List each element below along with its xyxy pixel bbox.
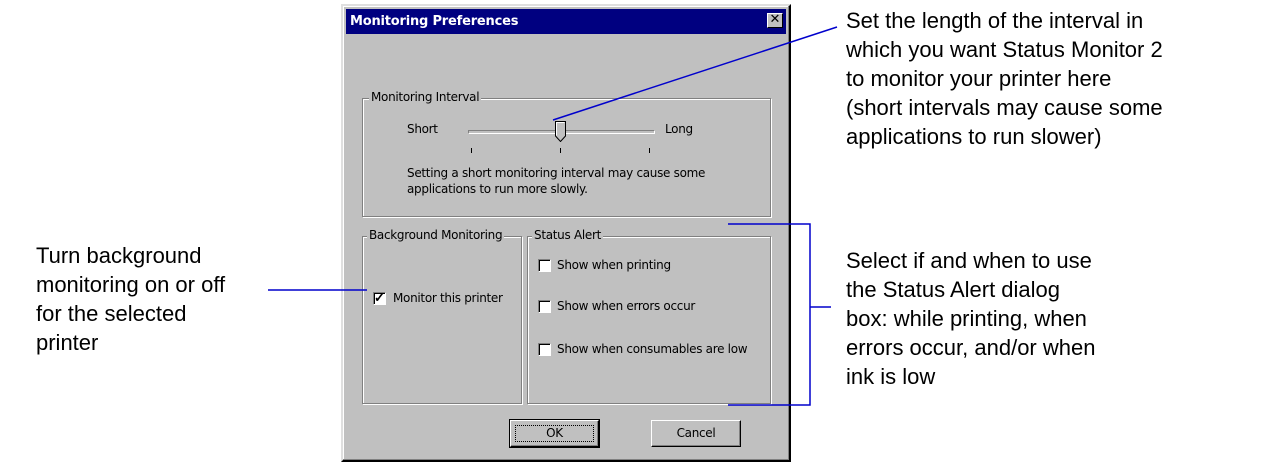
status-alert-callout: Select if and when to use the Status Ale… — [846, 246, 1095, 391]
interval-callout: Set the length of the interval in which … — [846, 6, 1163, 151]
status-alert-callout-line-1: Select if and when to use — [846, 248, 1092, 273]
status-alert-bracket — [728, 223, 811, 406]
status-alert-callout-line-2: the Status Alert dialog — [846, 277, 1061, 302]
background-callout-line-2: monitoring on or off — [36, 272, 226, 297]
interval-callout-line-5: applications to run slower) — [846, 124, 1102, 149]
background-callout-line-1: Turn background — [36, 243, 202, 268]
status-alert-callout-line-3: box: while printing, when — [846, 306, 1087, 331]
interval-leader-line — [552, 26, 838, 121]
status-alert-callout-line-5: ink is low — [846, 364, 936, 389]
background-callout-line-3: for the selected — [36, 301, 187, 326]
interval-callout-line-4: (short intervals may cause some — [846, 95, 1163, 120]
background-callout: Turn background monitoring on or off for… — [36, 241, 225, 357]
interval-callout-line-1: Set the length of the interval in — [846, 8, 1144, 33]
background-callout-line-4: printer — [36, 330, 99, 355]
status-alert-callout-line-4: errors occur, and/or when — [846, 335, 1096, 360]
interval-callout-line-3: to monitor your printer here — [846, 66, 1112, 91]
interval-callout-line-2: which you want Status Monitor 2 — [846, 37, 1163, 62]
